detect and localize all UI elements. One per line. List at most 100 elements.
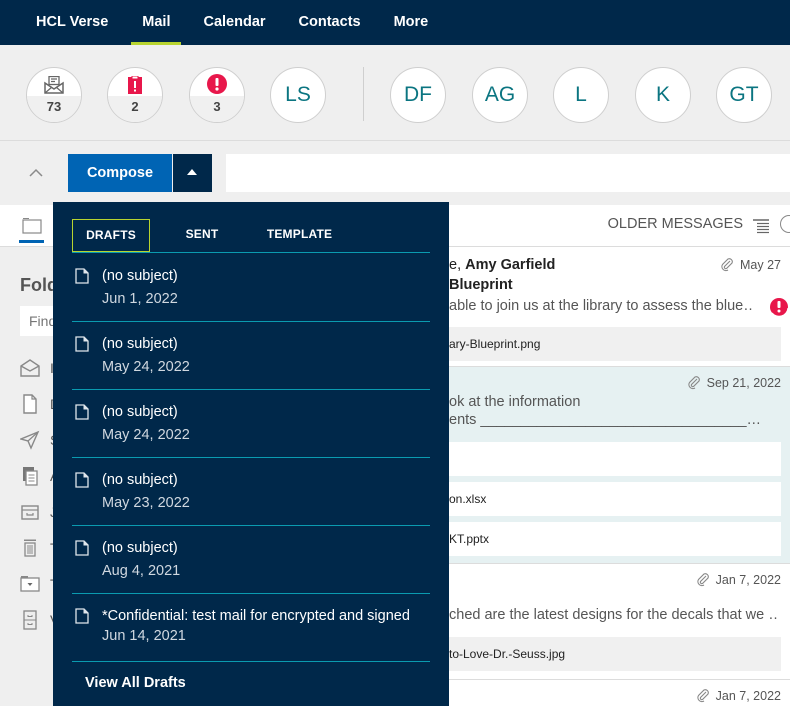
person-initials: LS xyxy=(285,83,311,106)
attachment-row[interactable]: on.xlsx xyxy=(449,482,781,516)
person-bubble-gt[interactable]: GT xyxy=(716,67,772,123)
message-date: May 27 xyxy=(740,258,781,272)
draft-subject: (no subject) xyxy=(102,472,178,488)
bubble-bar: 73 2 3 LS DF AG L K GT xyxy=(0,45,790,141)
person-bubble-df[interactable]: DF xyxy=(390,67,446,123)
draft-date: May 24, 2022 xyxy=(102,359,190,375)
older-messages-link[interactable]: OLDER MESSAGES xyxy=(608,216,743,232)
attachment-icon xyxy=(697,689,709,703)
nav-more[interactable]: More xyxy=(394,0,429,45)
attachment-row[interactable]: KT.pptx xyxy=(449,522,781,556)
draft-item[interactable]: (no subject) May 24, 2022 xyxy=(72,390,430,458)
bubble-divider xyxy=(363,67,364,121)
top-nav: HCL Verse Mail Calendar Contacts More xyxy=(0,0,790,45)
action-counter-badge[interactable]: 2 xyxy=(107,67,163,123)
refresh-icon[interactable] xyxy=(780,215,790,233)
person-initials: AG xyxy=(484,83,516,106)
document-icon xyxy=(75,268,89,284)
chevron-up-icon[interactable] xyxy=(26,163,46,183)
message-date-wrap: May 27 xyxy=(720,258,781,272)
archive-icon xyxy=(23,610,37,630)
draft-date: Jun 14, 2021 xyxy=(102,628,186,644)
important-counter-badge[interactable]: 3 xyxy=(189,67,245,123)
person-initials: GT xyxy=(729,83,759,106)
message-snippet-line1: ok at the information xyxy=(449,394,581,410)
tab-drafts[interactable]: DRAFTS xyxy=(72,219,150,252)
document-icon xyxy=(75,404,89,420)
nav-calendar[interactable]: Calendar xyxy=(203,0,265,45)
open-envelope-icon xyxy=(44,76,64,94)
clipboard-alert-icon xyxy=(128,76,142,94)
folder-icon xyxy=(20,576,40,592)
draft-date: May 24, 2022 xyxy=(102,427,190,443)
message-item[interactable]: e, Amy Garfield May 27 Blueprint able to… xyxy=(449,248,789,366)
compose-dropdown: DRAFTS SENT TEMPLATE (no subject) Jun 1,… xyxy=(53,202,449,706)
document-icon xyxy=(75,608,89,624)
draft-date: Aug 4, 2021 xyxy=(102,563,181,579)
person-initials: L xyxy=(575,83,587,106)
person-bubble-ag[interactable]: AG xyxy=(472,67,528,123)
exclamation-circle-icon xyxy=(207,74,227,94)
tab-template[interactable]: TEMPLATE xyxy=(257,219,342,252)
attachment-row[interactable]: to-Love-Dr.-Seuss.jpg xyxy=(449,637,781,671)
important-count: 3 xyxy=(190,96,244,122)
message-item-selected[interactable]: Sep 21, 2022 ok at the information ents … xyxy=(449,367,790,563)
tab-sent[interactable]: SENT xyxy=(172,219,232,252)
attachment-icon xyxy=(688,376,700,390)
draft-item[interactable]: *Confidential: test mail for encrypted a… xyxy=(72,594,430,662)
unread-count: 73 xyxy=(27,96,81,122)
draft-item[interactable]: (no subject) Aug 4, 2021 xyxy=(72,526,430,594)
person-bubble-l[interactable]: L xyxy=(553,67,609,123)
document-icon xyxy=(75,540,89,556)
draft-subject: (no subject) xyxy=(102,268,178,284)
person-bubble-ls[interactable]: LS xyxy=(270,67,326,123)
document-icon xyxy=(75,336,89,352)
important-flag-icon[interactable] xyxy=(769,297,789,317)
attachment-icon xyxy=(721,258,733,272)
sender-prefix: e, xyxy=(449,257,466,273)
nav-contacts[interactable]: Contacts xyxy=(299,0,361,45)
message-snippet-line2: ents _________________________________… xyxy=(449,412,762,428)
folders-tabbar xyxy=(0,205,60,247)
message-item[interactable]: Jan 7, 2022 xyxy=(449,680,781,706)
dropdown-tabs: DRAFTS SENT TEMPLATE xyxy=(72,219,430,253)
message-date: Jan 7, 2022 xyxy=(715,689,781,703)
attachment-row[interactable] xyxy=(449,442,781,476)
view-all-drafts-link[interactable]: View All Drafts xyxy=(85,675,186,691)
message-date-wrap: Sep 21, 2022 xyxy=(687,376,781,390)
compose-menu-toggle[interactable] xyxy=(173,154,212,192)
folder-tab-icon[interactable] xyxy=(22,217,42,234)
message-item[interactable]: Jan 7, 2022 ched are the latest designs … xyxy=(449,564,781,678)
person-initials: DF xyxy=(404,83,432,106)
message-sender: e, Amy Garfield xyxy=(449,257,555,273)
compose-button[interactable]: Compose xyxy=(68,154,172,192)
action-count: 2 xyxy=(108,96,162,122)
draft-subject: (no subject) xyxy=(102,404,178,420)
search-input[interactable] xyxy=(226,154,790,192)
sender-name: Amy Garfield xyxy=(465,257,556,273)
unread-counter-badge[interactable]: 73 xyxy=(26,67,82,123)
active-tab-indicator xyxy=(19,240,44,243)
message-snippet: able to join us at the library to assess… xyxy=(449,298,754,314)
draft-item[interactable]: (no subject) Jun 1, 2022 xyxy=(72,254,430,322)
draft-item[interactable]: (no subject) May 24, 2022 xyxy=(72,322,430,390)
document-icon xyxy=(75,472,89,488)
message-list-header: OLDER MESSAGES xyxy=(449,205,790,247)
message-date-wrap: Jan 7, 2022 xyxy=(696,573,781,587)
nav-hcl-verse[interactable]: HCL Verse xyxy=(36,0,108,45)
attachment-row[interactable]: ary-Blueprint.png xyxy=(449,327,781,361)
draft-subject: *Confidential: test mail for encrypted a… xyxy=(102,608,410,624)
message-date: Jan 7, 2022 xyxy=(715,573,781,587)
person-bubble-k[interactable]: K xyxy=(635,67,691,123)
sort-list-icon[interactable] xyxy=(752,217,770,235)
send-icon xyxy=(20,430,40,450)
nav-mail[interactable]: Mail xyxy=(131,0,182,45)
draft-subject: (no subject) xyxy=(102,540,178,556)
draft-item[interactable]: (no subject) May 23, 2022 xyxy=(72,458,430,526)
trash-icon xyxy=(24,539,36,557)
draft-date: May 23, 2022 xyxy=(102,495,190,511)
person-initials: K xyxy=(655,83,670,106)
draft-icon xyxy=(23,394,37,414)
message-subject: Blueprint xyxy=(449,277,513,293)
junk-icon xyxy=(21,505,39,520)
